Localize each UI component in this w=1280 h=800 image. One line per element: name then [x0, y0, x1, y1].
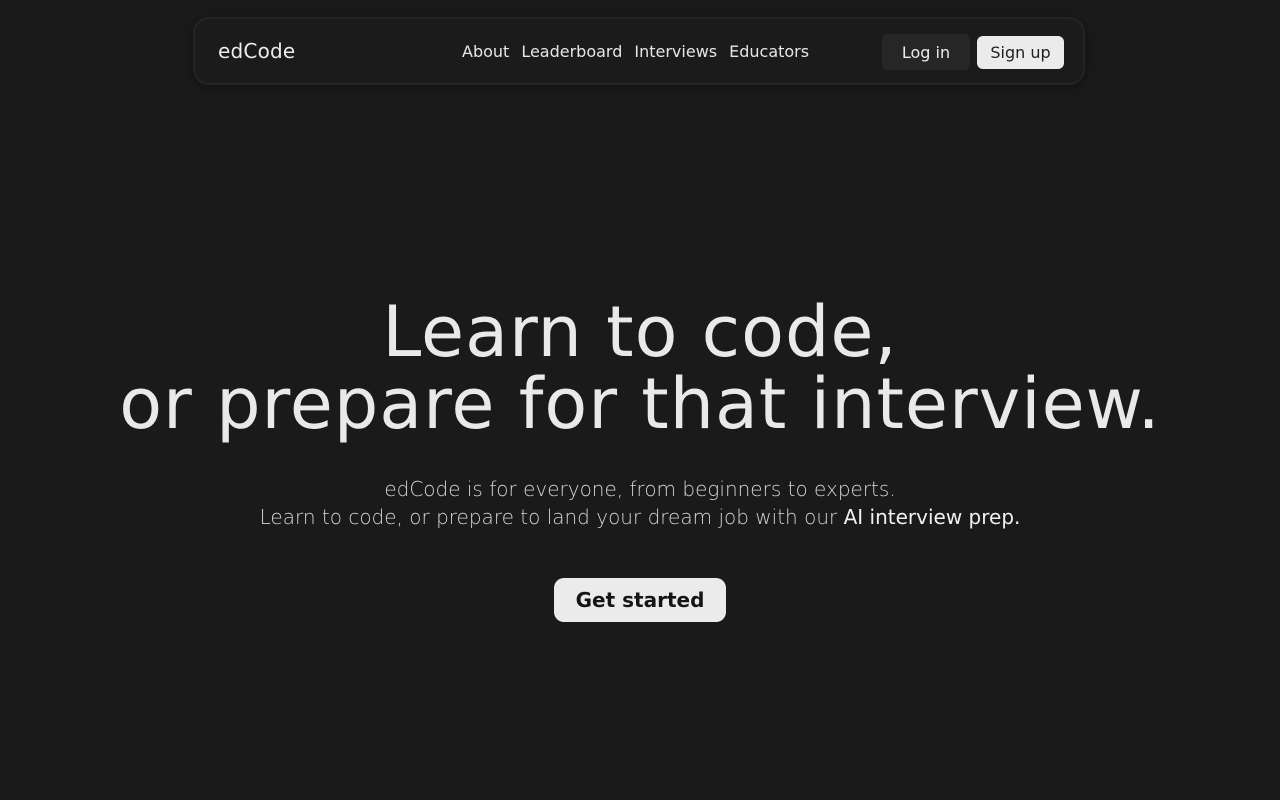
brand-logo[interactable]: edCode — [218, 39, 295, 63]
hero-title-line-2: or prepare for that interview. — [119, 363, 1161, 445]
top-navbar: edCode About Leaderboard Interviews Educ… — [193, 17, 1085, 85]
login-button[interactable]: Log in — [882, 34, 970, 70]
hero-subtitle-line-2-text: Learn to code, or prepare to land your d… — [259, 505, 844, 529]
hero-title-line-1: Learn to code, — [382, 291, 898, 373]
nav-link-about[interactable]: About — [462, 42, 509, 61]
nav-links: About Leaderboard Interviews Educators — [462, 42, 809, 61]
get-started-button[interactable]: Get started — [554, 578, 726, 622]
nav-link-leaderboard[interactable]: Leaderboard — [521, 42, 622, 61]
signup-button[interactable]: Sign up — [977, 36, 1064, 69]
hero-subtitle: edCode is for everyone, from beginners t… — [0, 475, 1280, 531]
nav-link-educators[interactable]: Educators — [729, 42, 809, 61]
nav-link-interviews[interactable]: Interviews — [634, 42, 717, 61]
hero-subtitle-line-1: edCode is for everyone, from beginners t… — [384, 477, 896, 501]
hero-subtitle-line-2: Learn to code, or prepare to land your d… — [0, 503, 1280, 531]
hero-title: Learn to code, or prepare for that inter… — [0, 296, 1280, 440]
ai-interview-prep-highlight: AI interview prep. — [843, 505, 1021, 529]
